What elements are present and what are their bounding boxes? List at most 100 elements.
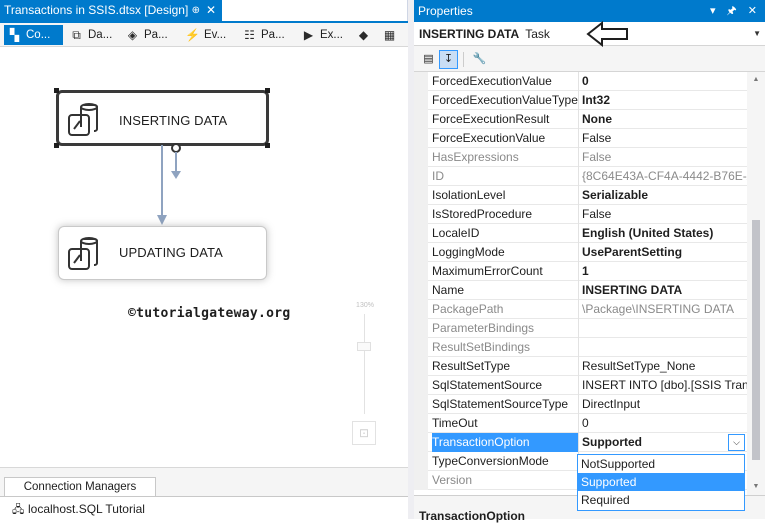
property-row[interactable]: ResultSetType ResultSetType_None	[414, 357, 747, 376]
pin-icon[interactable]: ⊕	[192, 0, 200, 21]
property-value[interactable]: None	[582, 110, 747, 129]
property-row[interactable]: ForcedExecutionValueType Int32	[414, 91, 747, 110]
design-canvas[interactable]: INSERTING DATA UPDATING DATA ©tutorialga…	[0, 47, 408, 467]
property-value[interactable]: \Package\INSERTING DATA	[582, 300, 747, 319]
property-value[interactable]: INSERTING DATA	[582, 281, 747, 300]
property-value[interactable]: Int32	[582, 91, 747, 110]
property-value[interactable]: ResultSetType_None	[582, 357, 747, 376]
connection-managers-tab[interactable]: Connection Managers	[4, 477, 156, 496]
task-inserting-data[interactable]: INSERTING DATA	[56, 90, 269, 146]
chevron-down-icon[interactable]: ⌵	[728, 434, 745, 451]
tab-control-flow[interactable]: ▚ Co...	[4, 25, 63, 45]
transaction-option-dropdown[interactable]: NotSupported Supported Required	[577, 454, 745, 511]
property-name[interactable]: Version	[432, 471, 578, 490]
property-row[interactable]: ResultSetBindings	[414, 338, 747, 357]
property-value[interactable]: False	[582, 205, 747, 224]
property-row[interactable]: SqlStatementSource INSERT INTO [dbo].[SSI…	[414, 376, 747, 395]
property-name[interactable]: ForceExecutionValue	[432, 129, 578, 148]
property-name[interactable]: Name	[432, 281, 578, 300]
property-name[interactable]: IsolationLevel	[432, 186, 578, 205]
property-name[interactable]: ParameterBindings	[432, 319, 578, 338]
tab-grid[interactable]: ▦	[379, 25, 399, 45]
property-row[interactable]: LocaleID English (United States)	[414, 224, 747, 243]
property-value[interactable]: English (United States)	[582, 224, 747, 243]
property-value[interactable]: Supported	[582, 433, 747, 452]
property-row[interactable]: TimeOut 0	[414, 414, 747, 433]
property-value[interactable]	[582, 338, 747, 357]
alphabetical-icon[interactable]: ↧	[439, 50, 458, 69]
property-value[interactable]: INSERT INTO [dbo].[SSIS Transa	[582, 376, 747, 395]
property-row[interactable]: SqlStatementSourceType DirectInput	[414, 395, 747, 414]
property-pages-icon[interactable]: 🔧	[470, 50, 489, 69]
property-name[interactable]: ResultSetType	[432, 357, 578, 376]
tab-execution-results[interactable]: ▶ Ex...	[298, 25, 350, 45]
tab-package-deployment[interactable]: ◆	[353, 25, 373, 45]
property-value[interactable]: Serializable	[582, 186, 747, 205]
property-name[interactable]: HasExpressions	[432, 148, 578, 167]
property-value[interactable]	[582, 319, 747, 338]
property-row[interactable]: PackagePath \Package\INSERTING DATA	[414, 300, 747, 319]
property-name[interactable]: SqlStatementSourceType	[432, 395, 578, 414]
property-grid-scrollbar[interactable]: ▲ ▼	[747, 72, 765, 495]
task-updating-data[interactable]: UPDATING DATA	[58, 226, 267, 280]
tab-data-flow[interactable]: ⧉ Da...	[66, 25, 118, 45]
resize-handle[interactable]	[265, 88, 270, 93]
zoom-control[interactable]: 130% ⊡	[351, 302, 379, 450]
property-value[interactable]: False	[582, 129, 747, 148]
precedence-constraint[interactable]	[150, 143, 190, 229]
dropdown-option[interactable]: NotSupported	[578, 455, 744, 473]
resize-handle[interactable]	[265, 143, 270, 148]
dropdown-option[interactable]: Required	[578, 491, 744, 509]
scroll-down-icon[interactable]: ▼	[747, 479, 765, 495]
property-value[interactable]: {8C64E43A-CF4A-4442-B76E-A7	[582, 167, 747, 186]
property-value[interactable]: False	[582, 148, 747, 167]
property-row[interactable]: ForceExecutionValue False	[414, 129, 747, 148]
zoom-thumb[interactable]	[357, 342, 371, 351]
property-row[interactable]: TransactionOption Supported ⌵	[414, 433, 747, 452]
property-row[interactable]: ForcedExecutionValue 0	[414, 72, 747, 91]
property-value[interactable]: UseParentSetting	[582, 243, 747, 262]
categorized-icon[interactable]: ▤	[419, 50, 438, 69]
property-name[interactable]: ForcedExecutionValue	[432, 72, 578, 91]
property-name[interactable]: ForcedExecutionValueType	[432, 91, 578, 110]
property-value[interactable]: DirectInput	[582, 395, 747, 414]
property-name[interactable]: MaximumErrorCount	[432, 262, 578, 281]
property-row[interactable]: HasExpressions False	[414, 148, 747, 167]
resize-handle[interactable]	[54, 143, 59, 148]
dropdown-option[interactable]: Supported	[578, 473, 744, 491]
property-name[interactable]: LoggingMode	[432, 243, 578, 262]
property-name[interactable]: PackagePath	[432, 300, 578, 319]
property-row[interactable]: ForceExecutionResult None	[414, 110, 747, 129]
property-row[interactable]: MaximumErrorCount 1	[414, 262, 747, 281]
scrollbar-thumb[interactable]	[752, 220, 760, 460]
property-name[interactable]: ID	[432, 167, 578, 186]
property-name[interactable]: LocaleID	[432, 224, 578, 243]
property-name[interactable]: TimeOut	[432, 414, 578, 433]
property-value[interactable]: 0	[582, 414, 747, 433]
fit-to-window-icon[interactable]: ⊡	[352, 421, 376, 445]
property-name[interactable]: TypeConversionMode	[432, 452, 578, 471]
property-value[interactable]: 1	[582, 262, 747, 281]
property-row[interactable]: ID {8C64E43A-CF4A-4442-B76E-A7	[414, 167, 747, 186]
property-name[interactable]: ResultSetBindings	[432, 338, 578, 357]
resize-handle[interactable]	[54, 88, 59, 93]
window-controls[interactable]: ▾ 🖈 ✕	[710, 0, 761, 22]
property-row[interactable]: IsolationLevel Serializable	[414, 186, 747, 205]
scroll-up-icon[interactable]: ▲	[747, 72, 765, 88]
property-value[interactable]: 0	[582, 72, 747, 91]
tab-parameters[interactable]: ◈ Pa...	[122, 25, 176, 45]
property-name[interactable]: SqlStatementSource	[432, 376, 578, 395]
chevron-down-icon[interactable]: ▼	[753, 22, 761, 46]
tab-event-handlers[interactable]: ⚡ Ev...	[182, 25, 234, 45]
close-icon[interactable]: ✕	[206, 0, 216, 21]
property-row[interactable]: IsStoredProcedure False	[414, 205, 747, 224]
property-name[interactable]: IsStoredProcedure	[432, 205, 578, 224]
tab-package-explorer[interactable]: ☷ Pa...	[239, 25, 293, 45]
document-tab[interactable]: Transactions in SSIS.dtsx [Design] ⊕ ✕	[0, 0, 222, 21]
property-row[interactable]: ParameterBindings	[414, 319, 747, 338]
property-name[interactable]: TransactionOption	[432, 433, 578, 452]
property-row[interactable]: Name INSERTING DATA	[414, 281, 747, 300]
property-name[interactable]: ForceExecutionResult	[432, 110, 578, 129]
property-row[interactable]: LoggingMode UseParentSetting	[414, 243, 747, 262]
connection-manager-item[interactable]: 🖧 localhost.SQL Tutorial	[12, 501, 145, 517]
